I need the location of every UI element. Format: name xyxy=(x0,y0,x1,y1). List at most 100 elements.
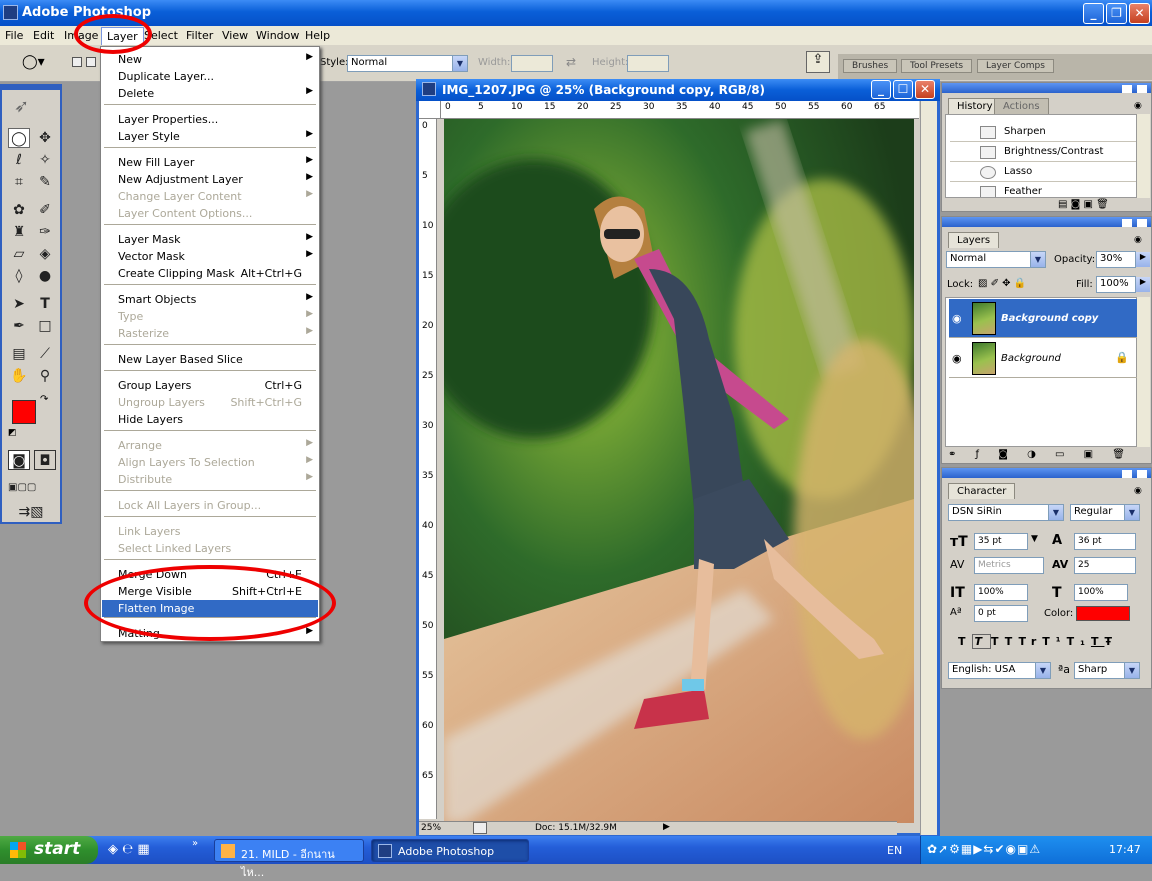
subscript-button[interactable]: T₁ xyxy=(1067,635,1091,648)
doc-close-button[interactable]: ✕ xyxy=(915,80,935,99)
visibility-eye-icon[interactable]: ◉ xyxy=(952,352,962,365)
width-field[interactable] xyxy=(511,55,553,72)
menu-item-delete[interactable]: Delete ▶ xyxy=(102,85,318,102)
blur-tool-icon[interactable]: ◊ xyxy=(8,266,30,286)
shape-tool-icon[interactable]: □ xyxy=(34,316,56,336)
menu-window[interactable]: Window xyxy=(256,29,299,42)
panel-menu-icon[interactable]: ◉ xyxy=(1134,101,1142,111)
menu-item-new-adjustment-layer[interactable]: New Adjustment Layer ▶ xyxy=(102,171,318,188)
layer-bottom-icons[interactable]: ⚭ ƒ ◙ ◑ ▭ ▣ 🗑 xyxy=(948,449,1133,460)
tab-layer-comps[interactable]: Layer Comps xyxy=(977,59,1054,73)
panel-minimize-icon[interactable] xyxy=(1122,470,1132,478)
fill-field[interactable]: 100% xyxy=(1096,276,1136,293)
panel-menu-icon[interactable]: ◉ xyxy=(1134,235,1142,245)
menu-item-smart-objects[interactable]: Smart Objects ▶ xyxy=(102,291,318,308)
font-family-select[interactable]: DSN SiRin ▼ xyxy=(948,504,1064,521)
notes-tool-icon[interactable]: ▤ xyxy=(8,344,30,364)
faux-bold-button[interactable]: T xyxy=(958,635,972,648)
visibility-eye-icon[interactable]: ◉ xyxy=(952,312,962,325)
eyedropper-tool-icon[interactable]: ⟋ xyxy=(34,344,56,364)
all-caps-button[interactable]: TT xyxy=(991,635,1019,648)
photo-canvas[interactable] xyxy=(444,119,914,823)
doc-minimize-button[interactable]: _ xyxy=(871,80,891,99)
superscript-button[interactable]: T¹ xyxy=(1042,635,1066,648)
menu-item-new-fill-layer[interactable]: New Fill Layer ▶ xyxy=(102,154,318,171)
minimize-button[interactable]: _ xyxy=(1083,3,1104,24)
opacity-field[interactable]: 30% xyxy=(1096,251,1136,268)
menu-filter[interactable]: Filter xyxy=(186,29,213,42)
strikethrough-button[interactable]: Ŧ xyxy=(1104,635,1118,648)
move-tool-icon[interactable]: ✥ xyxy=(34,128,56,148)
blend-mode-select[interactable]: Normal ▼ xyxy=(946,251,1046,268)
swap-colors-icon[interactable]: ↷ xyxy=(40,394,48,405)
menu-view[interactable]: View xyxy=(222,29,248,42)
marquee-tool-icon[interactable]: ◯ xyxy=(8,128,30,148)
menu-file[interactable]: File xyxy=(5,29,23,42)
history-item[interactable]: Sharpen xyxy=(950,123,1136,142)
healing-brush-tool-icon[interactable]: ✿ xyxy=(8,200,30,220)
tab-layers[interactable]: Layers xyxy=(948,232,1000,248)
crop-tool-icon[interactable]: ⌗ xyxy=(8,172,30,192)
history-scrollbar[interactable] xyxy=(1137,114,1150,198)
close-button[interactable]: ✕ xyxy=(1129,3,1150,24)
start-button[interactable]: start xyxy=(0,836,98,864)
quicklaunch-expand-icon[interactable]: » xyxy=(192,838,198,849)
underline-button[interactable]: T xyxy=(1091,635,1105,648)
menu-item-layer-properties[interactable]: Layer Properties... xyxy=(102,111,318,128)
language-indicator[interactable]: EN xyxy=(887,844,902,857)
history-brush-tool-icon[interactable]: ✑ xyxy=(34,222,56,242)
status-menu-icon[interactable] xyxy=(473,822,487,834)
faux-italic-button[interactable]: T xyxy=(971,634,992,649)
height-field[interactable] xyxy=(627,55,669,72)
small-caps-button[interactable]: Tr xyxy=(1019,635,1043,648)
jump-to-imageready-icon[interactable]: ⇉▧ xyxy=(8,502,54,522)
layer-row[interactable]: ◉ Background copy xyxy=(949,299,1140,338)
vertical-scale-field[interactable]: 100% xyxy=(974,584,1028,601)
menu-item-group-layers[interactable]: Group Layers Ctrl+G xyxy=(102,377,318,394)
menu-item-layer-style[interactable]: Layer Style ▶ xyxy=(102,128,318,145)
menu-help[interactable]: Help xyxy=(305,29,330,42)
opacity-slider-arrow[interactable]: ▶ xyxy=(1136,252,1150,267)
hand-tool-icon[interactable]: ✋ xyxy=(8,366,30,386)
clone-stamp-tool-icon[interactable]: ♜ xyxy=(8,222,30,242)
antialias-select[interactable]: Sharp ▼ xyxy=(1074,662,1140,679)
panel-menu-icon[interactable]: ◉ xyxy=(1134,486,1142,496)
fill-slider-arrow[interactable]: ▶ xyxy=(1136,277,1150,292)
pen-tool-icon[interactable]: ✒ xyxy=(8,316,30,336)
standard-mode-icon[interactable]: ◙ xyxy=(8,450,30,470)
menu-edit[interactable]: Edit xyxy=(33,29,54,42)
lock-icons[interactable]: ▨ ✐ ✥ 🔒 xyxy=(978,278,1026,289)
history-snapshot-icons[interactable]: ▤ ◙ ▣ 🗑 xyxy=(1058,199,1109,210)
lasso-tool-icon[interactable]: ℓ xyxy=(8,150,30,170)
magic-wand-tool-icon[interactable]: ✧ xyxy=(34,150,56,170)
panel-close-icon[interactable] xyxy=(1137,85,1147,93)
slice-tool-icon[interactable]: ✎ xyxy=(34,172,56,192)
menu-item-layer-mask[interactable]: Layer Mask ▶ xyxy=(102,231,318,248)
history-item[interactable]: Lasso xyxy=(950,163,1136,182)
menu-item-new-layer-based-slice[interactable]: New Layer Based Slice xyxy=(102,351,318,368)
new-selection-icon[interactable] xyxy=(72,57,82,67)
zoom-level[interactable]: 25% xyxy=(421,823,441,833)
leading-field[interactable]: 36 pt xyxy=(1074,533,1136,550)
tray-icons[interactable]: ✿➚⚙▦▶⇆✔◉▣⚠ xyxy=(927,842,1041,856)
font-style-select[interactable]: Regular ▼ xyxy=(1070,504,1140,521)
menu-item-new[interactable]: New ▶ xyxy=(102,51,318,68)
type-tool-icon[interactable]: T xyxy=(34,294,56,314)
panel-minimize-icon[interactable] xyxy=(1122,219,1132,227)
menu-item-hide-layers[interactable]: Hide Layers xyxy=(102,411,318,428)
task-mild[interactable]: 21. MILD - อีกนานไห... xyxy=(214,839,364,879)
menu-item-create-clipping-mask[interactable]: Create Clipping Mask Alt+Ctrl+G xyxy=(102,265,318,282)
quick-mask-icon[interactable]: ◘ xyxy=(34,450,56,470)
tab-character[interactable]: Character xyxy=(948,483,1016,499)
font-size-field[interactable]: 35 pt xyxy=(974,533,1028,550)
palette-well-icon[interactable]: ⇪ xyxy=(806,51,830,73)
panel-minimize-icon[interactable] xyxy=(1122,85,1132,93)
kerning-field[interactable]: Metrics xyxy=(974,557,1044,574)
menu-item-duplicate-layer[interactable]: Duplicate Layer... xyxy=(102,68,318,85)
language-select[interactable]: English: USA ▼ xyxy=(948,662,1051,679)
quicklaunch-icons[interactable]: ◈ ℮ ▦ xyxy=(108,842,150,857)
zoom-tool-icon[interactable]: ⚲ xyxy=(34,366,56,386)
task-photoshop[interactable]: Adobe Photoshop xyxy=(371,839,529,862)
layers-scrollbar[interactable] xyxy=(1137,297,1150,447)
text-color-swatch[interactable] xyxy=(1076,606,1130,621)
